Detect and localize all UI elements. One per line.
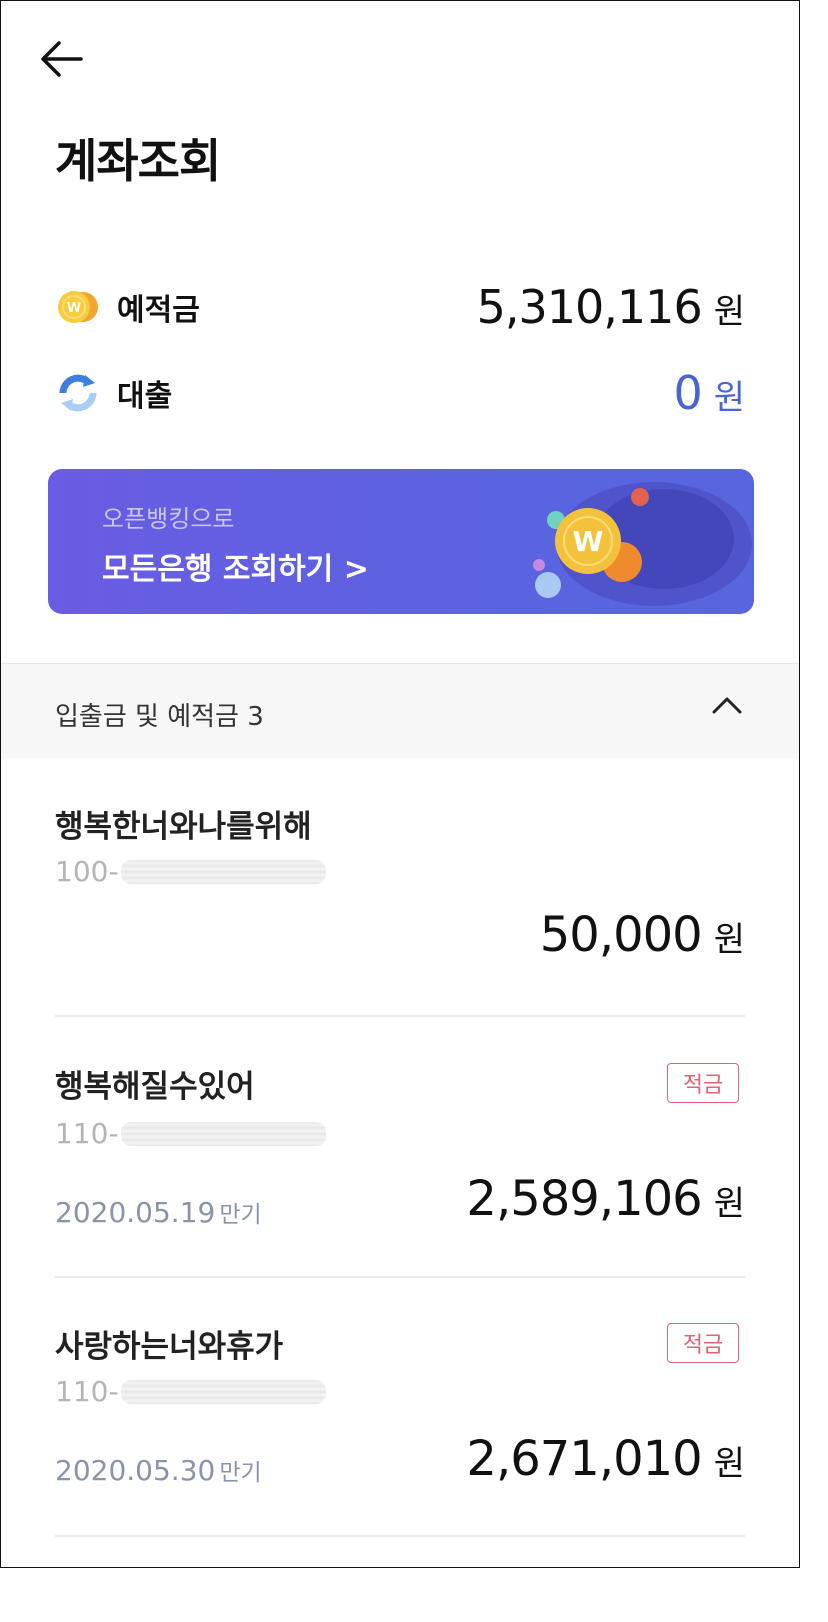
account-name: 사랑하는너와휴가 (55, 1329, 284, 1365)
account-balance-value: 50,000 (539, 907, 703, 963)
coins-illustration-icon: W (533, 482, 752, 606)
account-number-masked (120, 1121, 326, 1146)
won-coin-icon: W (58, 291, 98, 323)
account-number: 110- (55, 1375, 326, 1408)
account-balance: 2,671,010 원 (466, 1431, 745, 1487)
loan-amount-value: 0 (673, 366, 702, 420)
loan-label: 대출 (117, 379, 173, 414)
account-balance-unit: 원 (713, 1184, 745, 1224)
arrow-left-icon (41, 41, 83, 77)
account-group-label: 입출금 및 예적금 3 (55, 702, 264, 732)
account-item[interactable]: 행복한너와나를위해 100- 50,000 원 (55, 797, 745, 997)
account-balance-value: 2,671,010 (466, 1431, 702, 1487)
collapse-button[interactable] (711, 694, 743, 720)
maturity-date-value: 2020.05.30 (55, 1454, 216, 1487)
back-button[interactable] (37, 37, 85, 81)
account-number-masked (120, 859, 326, 884)
app-screen: 계좌조회 W 예적금 5,310,116 원 대출 0 원 오픈뱅킹으로 모든은… (0, 0, 800, 1568)
account-item[interactable]: 행복해질수있어 적금 110- 2020.05.19 만기 2,589,106 원 (55, 1059, 745, 1259)
divider (55, 1276, 745, 1278)
account-group-header: 입출금 및 예적금 3 (1, 663, 799, 758)
maturity-date: 2020.05.30 만기 (55, 1453, 262, 1487)
banner-subtitle: 오픈뱅킹으로 (102, 505, 235, 533)
account-name: 행복한너와나를위해 (55, 809, 312, 845)
maturity-suffix: 만기 (219, 1460, 262, 1486)
deposit-amount-unit: 원 (713, 292, 745, 332)
account-number-prefix: 100- (55, 855, 119, 888)
divider (55, 1015, 745, 1017)
loan-amount-unit: 원 (713, 378, 745, 418)
chevron-up-icon (712, 697, 742, 714)
account-balance: 50,000 원 (540, 907, 745, 963)
maturity-date: 2020.05.19 만기 (55, 1195, 262, 1229)
deposit-amount-value: 5,310,116 (476, 280, 703, 334)
deposit-summary-row: W 예적금 5,310,116 원 (55, 277, 745, 337)
svg-text:W: W (573, 525, 604, 558)
account-number-masked (120, 1379, 326, 1404)
banner-title: 모든은행 조회하기 > (102, 552, 369, 587)
maturity-date-value: 2020.05.19 (55, 1196, 216, 1229)
maturity-suffix: 만기 (219, 1202, 262, 1228)
account-number: 110- (55, 1117, 326, 1150)
savings-badge: 적금 (667, 1323, 739, 1363)
divider (55, 1535, 745, 1537)
loan-refresh-icon (59, 374, 97, 412)
account-number-prefix: 110- (55, 1375, 119, 1408)
loan-amount: 0 원 (673, 366, 745, 420)
account-balance-unit: 원 (713, 920, 745, 960)
account-number-prefix: 110- (55, 1117, 119, 1150)
open-banking-banner[interactable]: 오픈뱅킹으로 모든은행 조회하기 > W (48, 469, 754, 614)
loan-summary-row: 대출 0 원 (55, 363, 745, 423)
account-name: 행복해질수있어 (55, 1069, 255, 1105)
savings-badge: 적금 (667, 1063, 739, 1103)
account-item[interactable]: 사랑하는너와휴가 적금 110- 2020.05.30 만기 2,671,010 … (55, 1319, 745, 1519)
account-number: 100- (55, 855, 326, 888)
account-balance-value: 2,589,106 (466, 1171, 702, 1227)
page-title: 계좌조회 (55, 134, 221, 188)
deposit-amount: 5,310,116 원 (477, 280, 745, 334)
account-balance-unit: 원 (713, 1444, 745, 1484)
account-balance: 2,589,106 원 (466, 1171, 745, 1227)
deposit-label: 예적금 (117, 293, 200, 328)
svg-text:W: W (67, 301, 81, 316)
